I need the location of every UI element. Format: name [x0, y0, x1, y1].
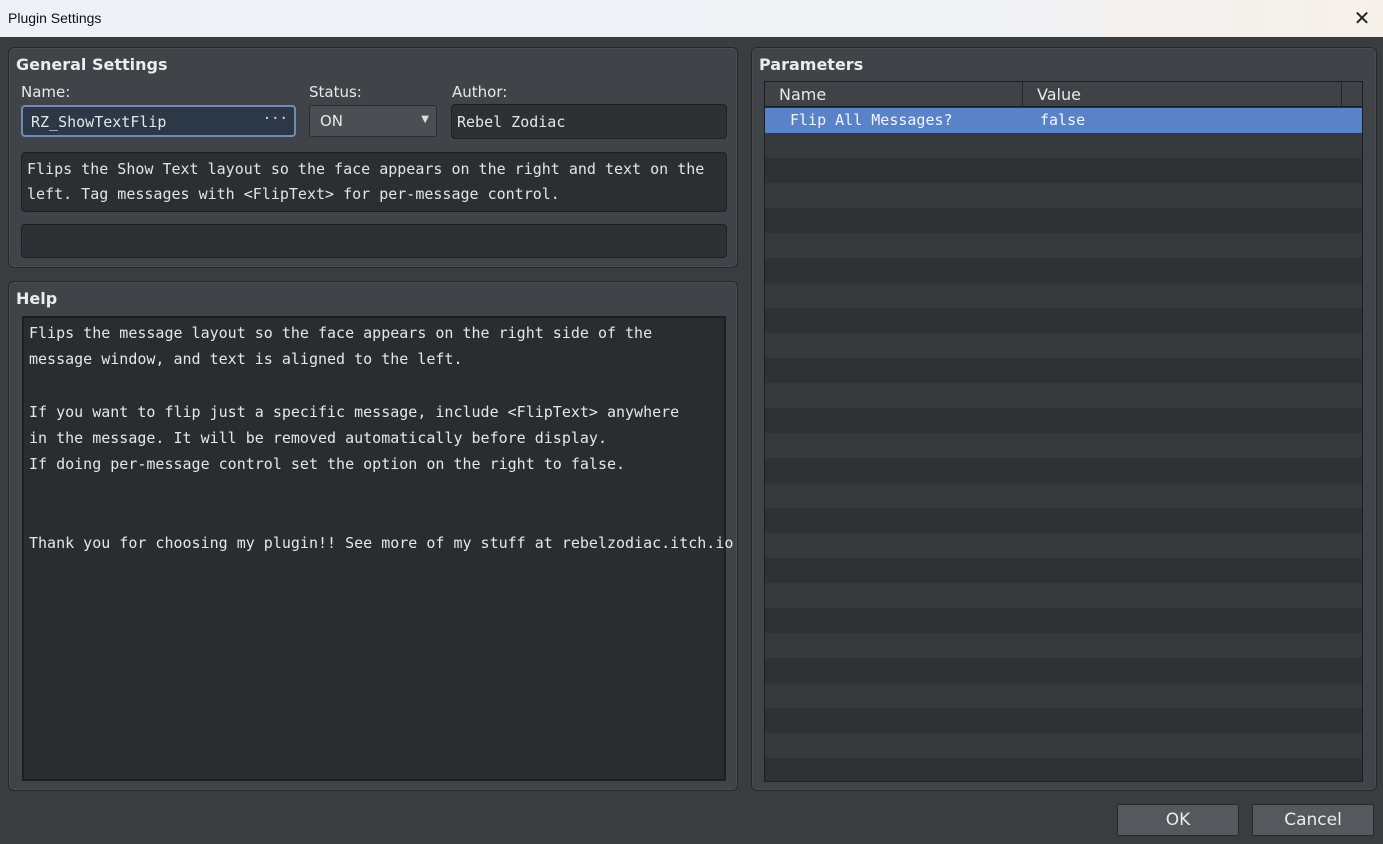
table-row[interactable] — [765, 183, 1362, 208]
chevron-down-icon: ▼ — [421, 114, 429, 125]
cancel-button[interactable]: Cancel — [1252, 804, 1374, 836]
table-row[interactable] — [765, 383, 1362, 408]
table-row[interactable] — [765, 258, 1362, 283]
table-row[interactable] — [765, 583, 1362, 608]
table-row[interactable] — [765, 683, 1362, 708]
help-line: If you want to flip just a specific mess… — [29, 403, 680, 421]
browse-ellipsis-icon[interactable]: ··· — [263, 111, 288, 127]
help-line: message window, and text is aligned to t… — [29, 350, 463, 368]
table-row[interactable] — [765, 308, 1362, 333]
name-label: Name: — [21, 83, 71, 101]
status-label: Status: — [309, 83, 362, 101]
table-row[interactable] — [765, 608, 1362, 633]
plugin-name-value: RZ_ShowTextFlip — [31, 113, 167, 131]
table-row[interactable] — [765, 358, 1362, 383]
general-settings-title: General Settings — [16, 55, 168, 74]
table-row[interactable] — [765, 208, 1362, 233]
author-label: Author: — [452, 83, 508, 101]
url-field[interactable] — [21, 224, 727, 258]
window-title: Plugin Settings — [8, 10, 102, 26]
status-value: ON — [320, 112, 344, 130]
help-line: If doing per-message control set the opt… — [29, 455, 626, 473]
general-settings-panel: General Settings Name: RZ_ShowTextFlip ·… — [8, 47, 738, 268]
help-title: Help — [16, 289, 58, 308]
help-panel: Help Flips the message layout so the fac… — [8, 281, 738, 791]
table-row[interactable] — [765, 558, 1362, 583]
table-header: Name Value — [765, 82, 1362, 107]
table-row[interactable] — [765, 233, 1362, 258]
parameters-table: Name Value Flip All Messages? false — [764, 81, 1363, 782]
table-row[interactable] — [765, 733, 1362, 758]
table-row[interactable] — [765, 283, 1362, 308]
table-row[interactable] — [765, 133, 1362, 158]
description-line: Flips the Show Text layout so the face a… — [27, 160, 705, 178]
table-row[interactable] — [765, 508, 1362, 533]
help-text-area[interactable]: Flips the message layout so the face app… — [22, 316, 733, 781]
table-row[interactable] — [765, 708, 1362, 733]
column-header-value[interactable]: Value — [1023, 82, 1342, 107]
plugin-name-field[interactable]: RZ_ShowTextFlip ··· — [21, 105, 296, 137]
parameter-name-cell: Flip All Messages? — [790, 111, 953, 129]
help-line: Thank you for choosing my plugin!! See m… — [29, 534, 734, 552]
table-row[interactable] — [765, 533, 1362, 558]
column-header-name[interactable]: Name — [765, 82, 1023, 107]
table-row[interactable] — [765, 658, 1362, 683]
table-row[interactable] — [765, 633, 1362, 658]
ok-button[interactable]: OK — [1117, 804, 1239, 836]
table-row[interactable] — [765, 408, 1362, 433]
help-line: in the message. It will be removed autom… — [29, 429, 607, 447]
parameters-panel: Parameters Name Value Flip All Messages?… — [751, 47, 1377, 791]
help-line: Flips the message layout so the face app… — [29, 324, 653, 342]
table-row[interactable] — [765, 433, 1362, 458]
description-field[interactable]: Flips the Show Text layout so the face a… — [21, 152, 727, 212]
close-icon[interactable]: ✕ — [1351, 6, 1373, 30]
author-field[interactable]: Rebel Zodiac — [451, 104, 727, 139]
table-row[interactable] — [765, 333, 1362, 358]
table-row[interactable]: Flip All Messages? false — [765, 108, 1362, 133]
table-row[interactable] — [765, 458, 1362, 483]
description-line: left. Tag messages with <FlipText> for p… — [27, 185, 560, 203]
table-row[interactable] — [765, 483, 1362, 508]
title-bar: Plugin Settings ✕ — [0, 0, 1383, 37]
status-select[interactable]: ON ▼ — [309, 105, 437, 137]
parameter-value-cell: false — [1040, 111, 1086, 129]
author-value: Rebel Zodiac — [457, 113, 566, 131]
table-row[interactable] — [765, 158, 1362, 183]
table-row[interactable] — [765, 758, 1362, 781]
parameters-title: Parameters — [759, 55, 864, 74]
